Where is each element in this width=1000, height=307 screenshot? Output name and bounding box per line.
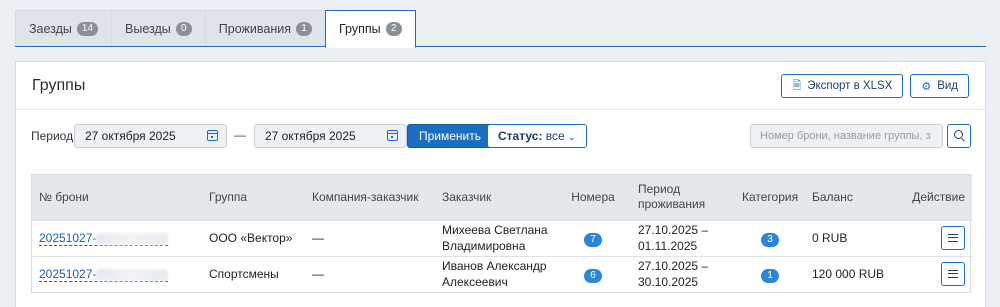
tab-label: Заезды xyxy=(29,21,72,36)
date-from-value: 27 октября 2025 xyxy=(85,129,176,143)
date-to-field[interactable]: 27 октября 2025 xyxy=(254,124,407,148)
rooms-count-badge: 6 xyxy=(584,268,602,283)
balance-value: 120 000 RUB xyxy=(805,255,901,292)
chevron-down-icon: ⌄ xyxy=(568,132,576,142)
customer-name: Иванов Александр Алексеевич xyxy=(435,255,555,292)
tab-label: Выезды xyxy=(125,21,171,36)
export-label: Экспорт в XLSX xyxy=(807,80,893,92)
search-input[interactable]: Номер брони, название группы, з xyxy=(750,124,943,148)
gear-icon: ⚙ xyxy=(921,80,932,93)
table-row: 20251027- Спортсмены — Иванов Александр … xyxy=(32,255,972,292)
booking-link[interactable]: 20251027- xyxy=(39,267,169,283)
stay-period: 27.10.2025 – 01.11.2025 xyxy=(631,219,735,256)
view-button[interactable]: ⚙ Вид xyxy=(910,74,969,98)
period-label: Период: xyxy=(31,129,77,143)
date-from-field[interactable]: 27 октября 2025 xyxy=(74,124,227,148)
booking-link[interactable]: 20251027- xyxy=(39,231,169,246)
groups-table: № брони Группа Компания-заказчик Заказчи… xyxy=(31,174,972,293)
company-name: — xyxy=(305,219,435,256)
table-row: 20251027- ООО «Вектор» — Михеева Светлан… xyxy=(32,219,972,256)
tab-count-badge: 2 xyxy=(385,22,402,36)
search-icon xyxy=(954,130,963,139)
tab-count-badge: 14 xyxy=(76,21,99,36)
filter-bar: Период: 27 октября 2025 — 27 октября 202… xyxy=(16,124,985,148)
date-to-value: 27 октября 2025 xyxy=(265,129,356,143)
file-export-icon: 🗎 xyxy=(792,79,802,92)
tab-count-badge: 0 xyxy=(175,21,192,36)
col-company: Компания-заказчик xyxy=(305,175,435,220)
calendar-icon[interactable] xyxy=(207,130,218,141)
col-rooms: Номера xyxy=(555,175,631,220)
rooms-count-badge: 7 xyxy=(584,232,602,247)
status-dropdown[interactable]: Статус: все ⌄ xyxy=(487,124,587,148)
header-actions: 🗎 Экспорт в XLSX ⚙ Вид xyxy=(781,74,969,98)
tab-stays[interactable]: Проживания 1 xyxy=(204,10,326,46)
tab-label: Проживания xyxy=(218,21,291,36)
col-period: Период проживания xyxy=(631,175,735,220)
menu-icon xyxy=(948,234,958,242)
category-count-badge: 3 xyxy=(761,232,779,247)
category-count-badge: 1 xyxy=(761,268,779,283)
stay-period: 27.10.2025 – 30.10.2025 xyxy=(631,255,735,292)
export-xlsx-button[interactable]: 🗎 Экспорт в XLSX xyxy=(781,74,904,98)
tab-count-badge: 1 xyxy=(295,21,312,36)
redacted-text xyxy=(96,232,169,245)
col-customer: Заказчик xyxy=(435,175,555,220)
groups-panel: Группы 🗎 Экспорт в XLSX ⚙ Вид Период: 27… xyxy=(15,61,986,307)
calendar-icon[interactable] xyxy=(387,130,398,141)
redacted-text xyxy=(96,269,169,282)
balance-value: 0 RUB xyxy=(805,219,901,256)
col-group: Группа xyxy=(202,175,305,220)
company-name: — xyxy=(305,255,435,292)
page-title: Группы xyxy=(32,76,86,94)
tab-label: Группы xyxy=(338,22,381,36)
menu-icon xyxy=(948,270,958,279)
col-action: Действие xyxy=(901,175,972,220)
panel-header: Группы 🗎 Экспорт в XLSX ⚙ Вид xyxy=(16,62,985,110)
col-category: Категория xyxy=(735,175,805,220)
tab-bar: Заезды 14 Выезды 0 Проживания 1 Группы 2 xyxy=(15,10,986,48)
customer-name: Михеева Светлана Владимировна xyxy=(435,219,555,256)
tab-arrivals[interactable]: Заезды 14 xyxy=(15,10,113,46)
tab-departures[interactable]: Выезды 0 xyxy=(111,10,206,46)
col-booking: № брони xyxy=(32,175,202,220)
date-separator: — xyxy=(234,128,246,142)
status-prefix: Статус: xyxy=(498,129,543,143)
search-button[interactable] xyxy=(947,124,971,148)
view-label: Вид xyxy=(937,80,958,92)
apply-button[interactable]: Применить xyxy=(407,124,494,148)
status-value: все xyxy=(545,129,565,143)
table-header-row: № брони Группа Компания-заказчик Заказчи… xyxy=(32,175,972,220)
group-name: ООО «Вектор» xyxy=(202,219,305,256)
col-balance: Баланс xyxy=(805,175,901,220)
group-name: Спортсмены xyxy=(202,255,305,292)
row-menu-button[interactable] xyxy=(941,262,965,287)
tab-groups[interactable]: Группы 2 xyxy=(324,10,416,48)
row-menu-button[interactable] xyxy=(941,226,965,250)
